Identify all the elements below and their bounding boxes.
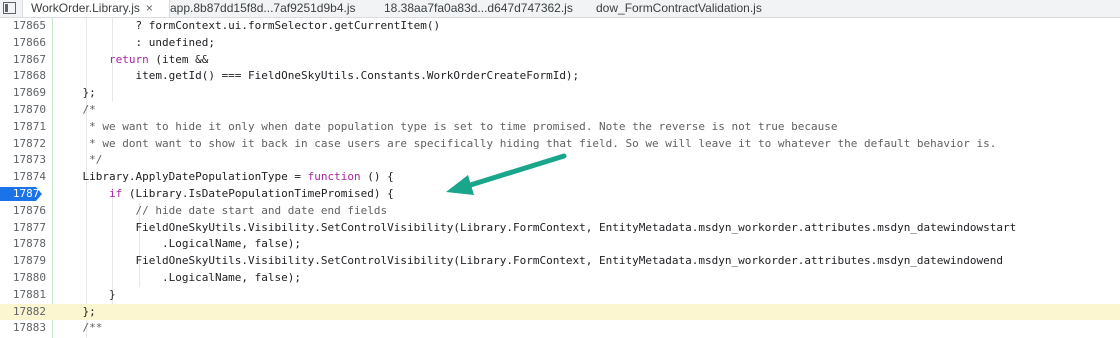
code-line[interactable]: 17881 }: [0, 287, 1120, 304]
code-line[interactable]: 17868 item.getId() === FieldOneSkyUtils.…: [0, 68, 1120, 85]
line-number[interactable]: 17881: [0, 287, 46, 304]
line-number[interactable]: 17867: [0, 52, 46, 69]
line-number[interactable]: 17872: [0, 136, 46, 153]
line-number[interactable]: 17882: [0, 304, 46, 321]
code-fragment: (item &&: [148, 52, 209, 66]
code-fragment: () {: [360, 170, 394, 184]
line-number[interactable]: 17878: [0, 236, 46, 253]
code-fragment: (Library.IsDatePopulationTimePromised) {: [122, 187, 394, 200]
code-line[interactable]: 17870 /*: [0, 102, 1120, 119]
tab-label: WorkOrder.Library.js: [31, 1, 140, 15]
code-text: if (Library.IsDatePopulationTimePromised…: [56, 186, 394, 203]
code-line[interactable]: 17871 * we want to hide it only when dat…: [0, 119, 1120, 136]
code-line[interactable]: 17879 FieldOneSkyUtils.Visibility.SetCon…: [0, 253, 1120, 270]
line-number[interactable]: 17868: [0, 68, 46, 85]
code-line[interactable]: 17883 /**: [0, 320, 1120, 337]
code-text: ? formContext.ui.formSelector.getCurrent…: [56, 19, 441, 32]
code-line[interactable]: 17869 };: [0, 85, 1120, 102]
code-line[interactable]: 17876 // hide date start and date end fi…: [0, 203, 1120, 220]
code-fragment: Library.ApplyDatePopulationType =: [56, 170, 308, 184]
code-line[interactable]: 17866 : undefined;: [0, 35, 1120, 52]
tab-label: 18.38aa7fa0a83d...d647d747362.js: [384, 1, 573, 15]
code-text: .LogicalName, false);: [56, 237, 302, 251]
tab-app-js[interactable]: app.8b87dd15f8d...7af9251d9b4.js: [170, 0, 356, 17]
code-line[interactable]: 17878 .LogicalName, false);: [0, 236, 1120, 253]
code-text: return (item &&: [56, 52, 208, 69]
code-line-current[interactable]: 17882 };: [0, 303, 1120, 321]
annotation-arrow-icon: [446, 153, 567, 195]
code-line[interactable]: 17865 ? formContext.ui.formSelector.getC…: [0, 18, 1120, 35]
tab-form-contract-validation[interactable]: dow_FormContractValidation.js: [596, 0, 762, 17]
line-number[interactable]: 17883: [0, 320, 46, 337]
code-text: }: [56, 287, 116, 301]
code-comment: * we want to hide it only when date popu…: [56, 119, 838, 133]
code-text: FieldOneSkyUtils.Visibility.SetControlVi…: [56, 254, 1004, 268]
code-comment: */: [56, 153, 103, 167]
code-text: : undefined;: [56, 35, 215, 49]
code-text: item.getId() === FieldOneSkyUtils.Consta…: [56, 69, 580, 83]
code-text: };: [56, 86, 96, 100]
code-text: };: [56, 304, 96, 318]
code-line[interactable]: 17867 return (item &&: [0, 52, 1120, 69]
keyword-if: if: [108, 187, 123, 200]
line-number[interactable]: 17877: [0, 220, 46, 237]
code-text: Library.ApplyDatePopulationType = functi…: [56, 169, 394, 186]
code-line[interactable]: 17877 FieldOneSkyUtils.Visibility.SetCon…: [0, 220, 1120, 237]
line-number[interactable]: 17876: [0, 203, 46, 220]
line-number[interactable]: 17871: [0, 119, 46, 136]
code-comment: // hide date start and date end fields: [56, 203, 388, 217]
keyword-return: return: [108, 52, 149, 66]
line-number[interactable]: 17870: [0, 102, 46, 119]
line-number[interactable]: 17866: [0, 35, 46, 52]
line-number[interactable]: 17873: [0, 152, 46, 169]
line-number[interactable]: 17869: [0, 85, 46, 102]
tab-label: app.8b87dd15f8d...7af9251d9b4.js: [170, 1, 356, 15]
code-text: .LogicalName, false);: [56, 271, 302, 284]
code-text: FieldOneSkyUtils.Visibility.SetControlVi…: [56, 220, 1017, 234]
line-number[interactable]: 17874: [0, 169, 46, 186]
tab-bar: WorkOrder.Library.js × app.8b87dd15f8d...…: [0, 0, 1120, 18]
tab-chunk-js[interactable]: 18.38aa7fa0a83d...d647d747362.js: [384, 0, 573, 17]
tab-label: dow_FormContractValidation.js: [596, 1, 762, 15]
code-comment: /**: [56, 321, 103, 335]
line-number[interactable]: 17879: [0, 253, 46, 270]
tab-workorder-library[interactable]: WorkOrder.Library.js ×: [22, 0, 170, 17]
code-comment: /*: [56, 103, 96, 116]
keyword-function: function: [307, 170, 361, 184]
line-number[interactable]: 17880: [0, 270, 46, 287]
line-number[interactable]: 17875: [0, 186, 46, 203]
line-number[interactable]: 17865: [0, 18, 46, 35]
sidebar-toggle-icon[interactable]: [3, 2, 16, 14]
code-line[interactable]: 17880 .LogicalName, false);: [0, 270, 1120, 287]
close-tab-icon[interactable]: ×: [146, 0, 153, 16]
